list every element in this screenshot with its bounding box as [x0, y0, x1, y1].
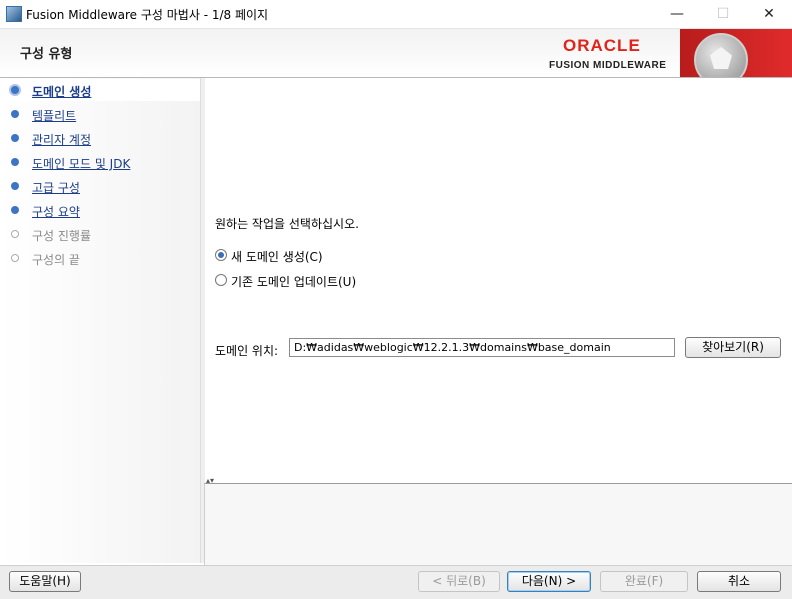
- step-label: 도메인 생성: [32, 85, 92, 99]
- message-panel: [204, 483, 792, 566]
- radio-update-domain[interactable]: [215, 274, 227, 286]
- step-icon: [9, 180, 21, 192]
- step-create-domain[interactable]: 도메인 생성: [0, 79, 200, 101]
- maximize-button: ☐: [716, 6, 730, 22]
- radio-create-domain[interactable]: [215, 249, 227, 261]
- wizard-footer: 도움말(H) < 뒤로(B) 다음(N) > 완료(F) 취소: [0, 565, 792, 599]
- step-icon: [9, 252, 21, 264]
- back-button: < 뒤로(B): [418, 571, 500, 592]
- domain-location-input[interactable]: D:₩adidas₩weblogic₩12.2.1.3₩domains₩base…: [289, 338, 675, 357]
- step-icon: [9, 132, 21, 144]
- cancel-button[interactable]: 취소: [697, 571, 781, 592]
- radio-label: 기존 도메인 업데이트(U): [231, 275, 357, 289]
- step-label: 템플리트: [32, 109, 77, 123]
- step-icon: [9, 204, 21, 216]
- step-label: 관리자 계정: [32, 133, 92, 147]
- step-icon: [9, 108, 21, 120]
- steps-sidebar: 도메인 생성 템플리트 관리자 계정 도메인 모드 및 JDK 고급 구성 구성…: [0, 78, 200, 563]
- step-label: 도메인 모드 및 JDK: [32, 157, 131, 171]
- close-button[interactable]: ✕: [746, 0, 792, 28]
- app-icon: [6, 6, 22, 22]
- step-label: 구성 요약: [32, 205, 80, 219]
- brand-banner: [680, 29, 792, 77]
- window-title: Fusion Middleware 구성 마법사 - 1/8 페이지: [26, 8, 269, 22]
- domain-location-label: 도메인 위치:: [215, 344, 279, 358]
- help-button[interactable]: 도움말(H): [9, 571, 81, 592]
- step-icon: [9, 228, 21, 240]
- step-advanced-config[interactable]: 고급 구성: [0, 175, 200, 197]
- step-config-progress: 구성 진행률: [0, 223, 200, 245]
- current-step-icon: [9, 84, 21, 96]
- step-label: 구성의 끝: [32, 253, 80, 267]
- page-title: 구성 유형: [20, 47, 73, 62]
- next-button[interactable]: 다음(N) >: [507, 571, 591, 592]
- browse-button[interactable]: 찾아보기(R): [685, 337, 781, 358]
- prompt-text: 원하는 작업을 선택하십시오.: [215, 217, 359, 231]
- fusion-middleware-logo-text: FUSION MIDDLEWARE: [549, 60, 667, 71]
- main-content: 원하는 작업을 선택하십시오. 새 도메인 생성(C) 기존 도메인 업데이트(…: [205, 78, 792, 480]
- oracle-logo: ORACLE: [563, 36, 641, 55]
- minimize-button[interactable]: —: [654, 0, 700, 28]
- step-icon: [9, 156, 21, 168]
- wizard-header: 구성 유형 ORACLE FUSION MIDDLEWARE: [0, 29, 792, 78]
- step-config-summary[interactable]: 구성 요약: [0, 199, 200, 221]
- title-bar: Fusion Middleware 구성 마법사 - 1/8 페이지 — ☐ ✕: [0, 0, 792, 29]
- step-label: 구성 진행률: [32, 229, 92, 243]
- emblem-icon: [694, 33, 748, 77]
- step-domain-mode-jdk[interactable]: 도메인 모드 및 JDK: [0, 151, 200, 173]
- step-label: 고급 구성: [32, 181, 80, 195]
- step-admin-account[interactable]: 관리자 계정: [0, 127, 200, 149]
- finish-button: 완료(F): [600, 571, 688, 592]
- step-templates[interactable]: 템플리트: [0, 103, 200, 125]
- radio-label: 새 도메인 생성(C): [231, 250, 323, 264]
- step-config-end: 구성의 끝: [0, 247, 200, 269]
